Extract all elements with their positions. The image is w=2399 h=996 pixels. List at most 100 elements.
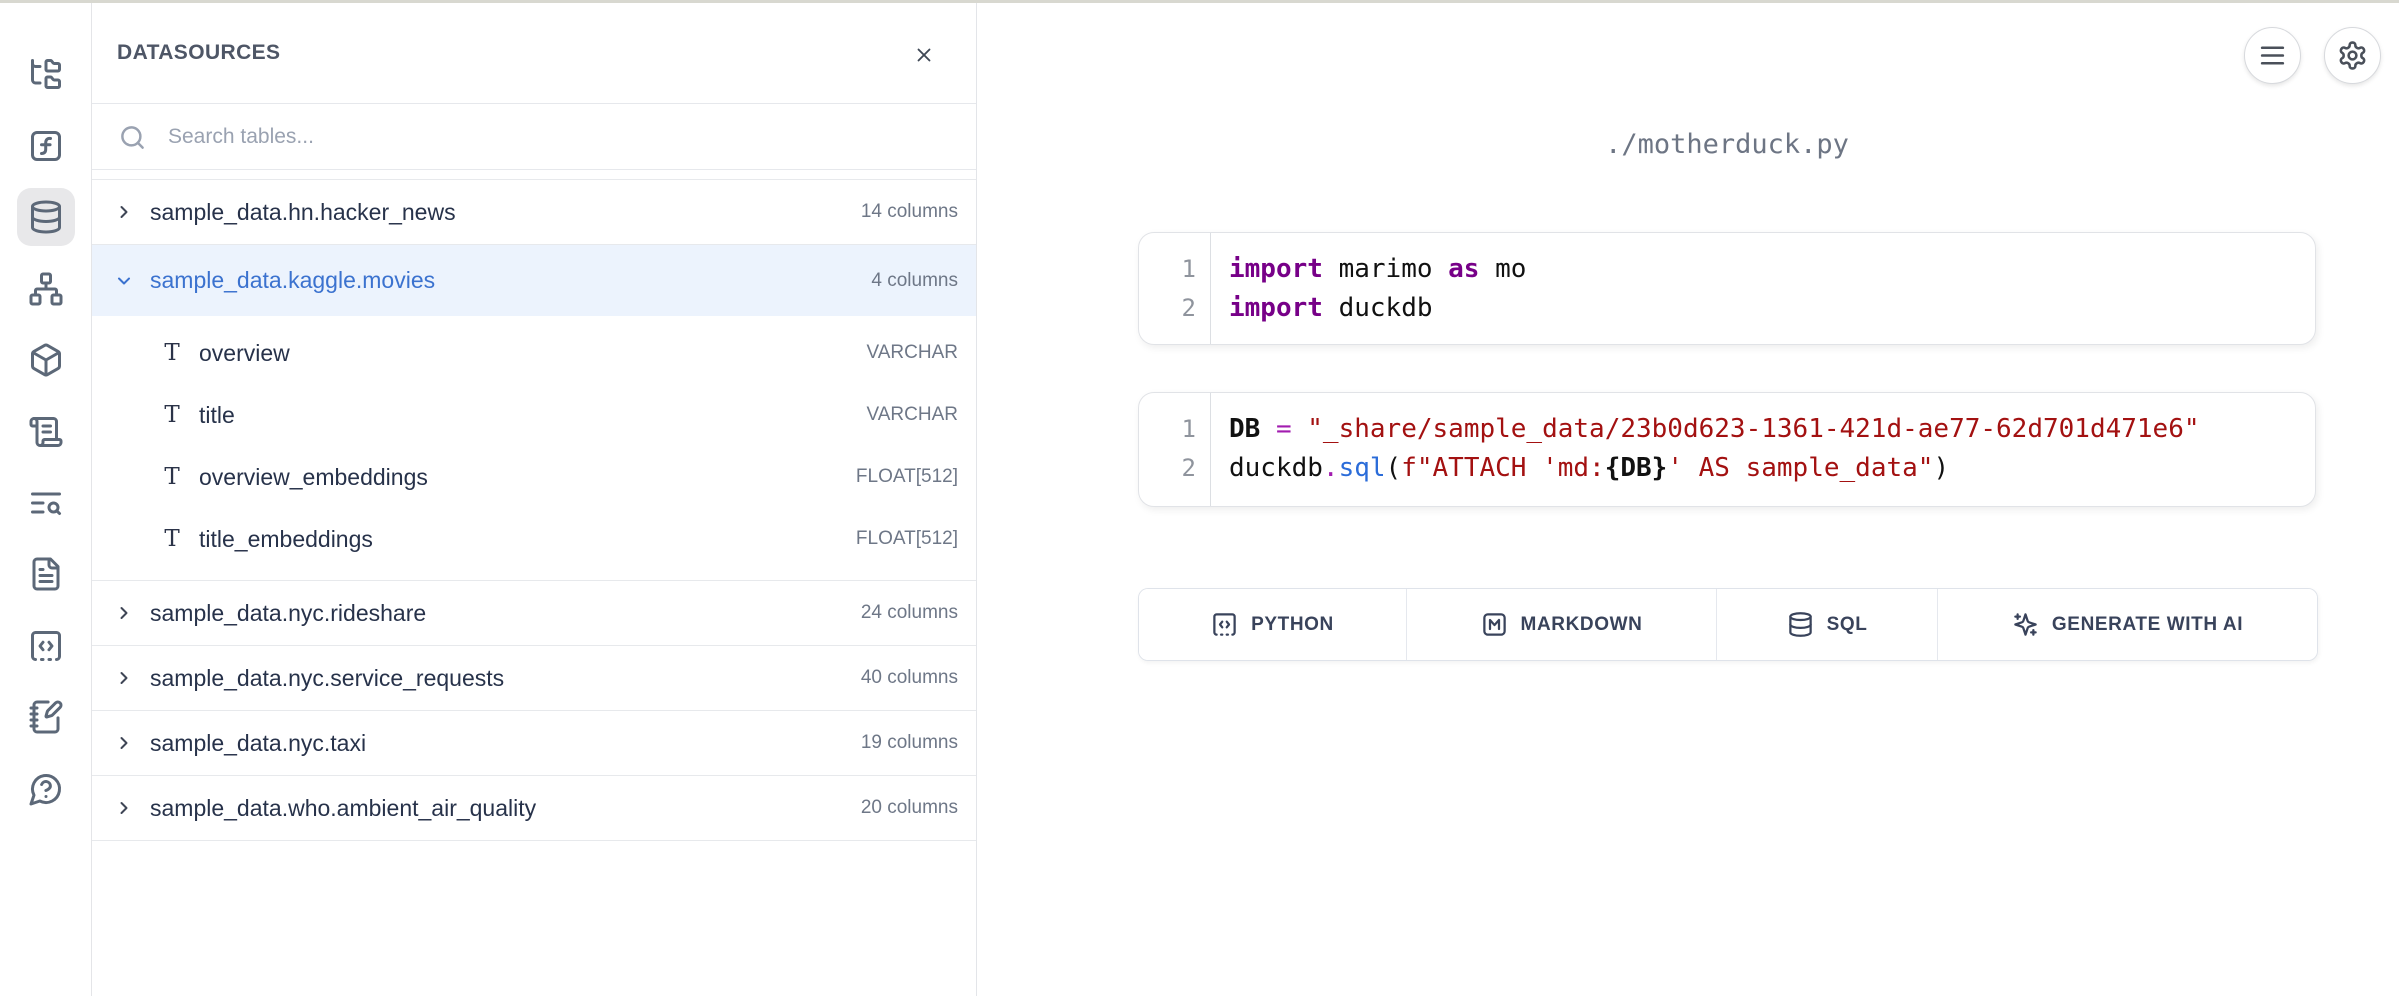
table-column-count: 19 columns (861, 732, 958, 754)
file-text-icon (28, 556, 64, 592)
code-token: ) (1933, 453, 1949, 483)
sidebar-item-file-explorer[interactable] (17, 45, 75, 103)
menu-icon (2257, 40, 2288, 71)
table-name: sample_data.kaggle.movies (150, 267, 435, 294)
sidebar-item-datasources[interactable] (17, 188, 75, 246)
table-column-count: 20 columns (861, 797, 958, 819)
folder-tree-icon (28, 56, 64, 92)
notebook-pen-icon (28, 699, 64, 735)
column-group: ToverviewVARCHARTtitleVARCHARToverview_e… (92, 316, 976, 581)
column-row[interactable]: Ttitle_embeddingsFLOAT[512] (92, 508, 976, 570)
notebook-menu-button[interactable] (2244, 27, 2301, 84)
chevron-right-icon (114, 603, 134, 623)
column-name: overview_embeddings (199, 464, 428, 491)
table-column-count: 14 columns (861, 201, 958, 223)
add-cell-generate-with-ai-button[interactable]: GENERATE WITH AI (1938, 589, 2317, 660)
sparkles-icon (2012, 611, 2039, 638)
chevron-right-icon (114, 603, 134, 623)
text-search-icon (28, 485, 64, 521)
add-cell-sql-button[interactable]: SQL (1717, 589, 1938, 660)
sidebar-item-help[interactable] (17, 760, 75, 818)
chevron-right-icon (114, 798, 134, 818)
function-square-icon (28, 128, 64, 164)
code-token (1292, 414, 1308, 444)
column-type: VARCHAR (867, 404, 959, 426)
column-row[interactable]: Toverview_embeddingsFLOAT[512] (92, 446, 976, 508)
chevron-right-icon (114, 733, 134, 753)
x-icon (913, 44, 935, 66)
table-row[interactable]: sample_data.who.ambient_air_quality 20 co… (92, 776, 976, 841)
code-token: import (1229, 254, 1323, 284)
table-name: sample_data.nyc.service_requests (150, 665, 504, 692)
add-cell-button-label: GENERATE WITH AI (2052, 614, 2243, 636)
sidebar-item-snippets[interactable] (17, 617, 75, 675)
code-cell[interactable]: 12DB = "_share/sample_data/23b0d623-1361… (1138, 392, 2316, 507)
chevron-down-icon (114, 271, 134, 291)
code-line: import duckdb (1229, 289, 2315, 328)
chevron-right-icon (114, 668, 134, 688)
square-code-icon (28, 628, 64, 664)
square-m-icon (1481, 611, 1508, 638)
code-cell[interactable]: 12import marimo as moimport duckdb (1138, 232, 2316, 345)
code-token: ' AS sample_data" (1667, 453, 1933, 483)
code-token: duckdb (1229, 453, 1323, 483)
table-row[interactable]: sample_data.nyc.service_requests 40 colum… (92, 646, 976, 711)
sidebar-item-packages[interactable] (17, 331, 75, 389)
add-cell-python-button[interactable]: PYTHON (1139, 589, 1407, 660)
code-token: duckdb (1323, 293, 1433, 323)
chevron-right-icon (114, 202, 134, 222)
database-icon (28, 199, 64, 235)
table-column-count: 40 columns (861, 667, 958, 689)
sidebar-item-tracebacks[interactable] (17, 474, 75, 532)
code-editor[interactable]: DB = "_share/sample_data/23b0d623-1361-4… (1211, 393, 2315, 506)
search-row (92, 104, 976, 170)
line-number-gutter: 12 (1139, 393, 1211, 506)
sidebar-item-documentation[interactable] (17, 545, 75, 603)
table-name: sample_data.nyc.taxi (150, 730, 366, 757)
sidebar-item-variables[interactable] (17, 117, 75, 175)
search-input[interactable] (168, 104, 948, 169)
table-row[interactable]: sample_data.hn.hacker_news14 columns (92, 180, 976, 245)
code-token: f"ATTACH 'md: (1401, 453, 1605, 483)
table-row[interactable]: sample_data.nyc.rideshare 24 columns (92, 581, 976, 646)
code-editor[interactable]: import marimo as moimport duckdb (1211, 233, 2315, 344)
code-token: mo (1479, 254, 1526, 284)
line-number: 2 (1139, 449, 1196, 488)
table-row[interactable]: sample_data.nyc.taxi 19 columns (92, 711, 976, 776)
table-name: sample_data.who.ambient_air_quality (150, 795, 536, 822)
sidebar-item-dependency-graph[interactable] (17, 260, 75, 318)
code-token: = (1276, 414, 1292, 444)
line-number: 1 (1139, 250, 1196, 289)
table-column-count: 24 columns (861, 602, 958, 624)
search-icon (119, 124, 146, 151)
panel-title: DATASOURCES (117, 41, 280, 65)
chevron-right-icon (114, 202, 134, 222)
table-row[interactable]: sample_data.kaggle.movies 4 columns (92, 245, 976, 316)
database-icon (1787, 611, 1814, 638)
add-cell-markdown-button[interactable]: MARKDOWN (1407, 589, 1717, 660)
settings-button[interactable] (2324, 27, 2381, 84)
sidebar-item-scratchpad[interactable] (17, 688, 75, 746)
table-column-count: 4 columns (871, 270, 958, 292)
code-token: import (1229, 293, 1323, 323)
code-token: ( (1386, 453, 1402, 483)
network-icon (28, 271, 64, 307)
scroll-text-icon (28, 414, 64, 450)
line-number-gutter: 12 (1139, 233, 1211, 344)
column-type: VARCHAR (867, 342, 959, 364)
column-row[interactable]: ToverviewVARCHAR (92, 322, 976, 384)
sidebar-item-logs[interactable] (17, 403, 75, 461)
panel-header: DATASOURCES (92, 3, 976, 104)
close-panel-button[interactable] (908, 39, 940, 71)
chevron-right-icon (114, 733, 134, 753)
line-number: 1 (1139, 410, 1196, 449)
column-row[interactable]: TtitleVARCHAR (92, 384, 976, 446)
code-line: duckdb.sql(f"ATTACH 'md:{DB}' AS sample_… (1229, 449, 2315, 488)
code-token: as (1448, 254, 1479, 284)
table-name: sample_data.nyc.rideshare (150, 600, 426, 627)
add-cell-button-label: MARKDOWN (1521, 614, 1643, 636)
code-token: sql (1339, 453, 1386, 483)
text-type-icon: T (159, 526, 185, 552)
line-number: 2 (1139, 289, 1196, 328)
datasources-panel: DATASOURCES sample_data.hn.hacker_news14… (92, 3, 977, 996)
